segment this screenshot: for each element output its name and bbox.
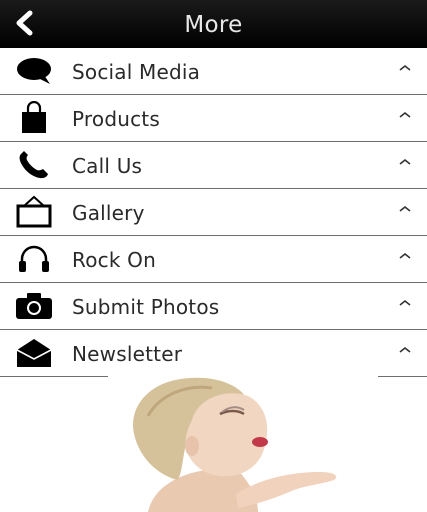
- menu-item-newsletter[interactable]: Newsletter: [0, 330, 427, 377]
- chevron-up-icon: [397, 154, 413, 170]
- menu-item-label: Gallery: [72, 201, 145, 225]
- woman-blowing-kiss-photo: [108, 376, 378, 512]
- chevron-up-icon: [397, 201, 413, 217]
- menu-item-submit-photos[interactable]: Submit Photos: [0, 283, 427, 330]
- camera-icon: [14, 288, 54, 324]
- menu-item-label: Newsletter: [72, 342, 183, 366]
- page-title: More: [184, 12, 243, 38]
- top-bar: More: [0, 0, 427, 49]
- menu-item-products[interactable]: Products: [0, 95, 427, 142]
- menu-item-gallery[interactable]: Gallery: [0, 189, 427, 236]
- chevron-up-icon: [397, 248, 413, 264]
- banner-photo: [108, 376, 378, 512]
- chevron-up-icon: [397, 60, 413, 76]
- envelope-icon: [14, 335, 54, 371]
- headphones-icon: [14, 241, 54, 277]
- menu-item-label: Call Us: [72, 154, 143, 178]
- chevron-up-icon: [397, 295, 413, 311]
- speech-bubble-icon: [14, 53, 54, 89]
- menu-list: Social Media Products Call Us Gallery Ro…: [0, 48, 427, 377]
- chevron-up-icon: [397, 342, 413, 358]
- chevron-up-icon: [397, 107, 413, 123]
- menu-item-label: Submit Photos: [72, 295, 220, 319]
- menu-item-label: Social Media: [72, 60, 201, 84]
- menu-item-label: Rock On: [72, 248, 156, 272]
- shopping-bag-icon: [14, 100, 54, 136]
- phone-icon: [14, 147, 54, 183]
- picture-frame-icon: [14, 194, 54, 230]
- menu-item-rock-on[interactable]: Rock On: [0, 236, 427, 283]
- menu-item-social-media[interactable]: Social Media: [0, 48, 427, 95]
- menu-item-label: Products: [72, 107, 160, 131]
- menu-item-call-us[interactable]: Call Us: [0, 142, 427, 189]
